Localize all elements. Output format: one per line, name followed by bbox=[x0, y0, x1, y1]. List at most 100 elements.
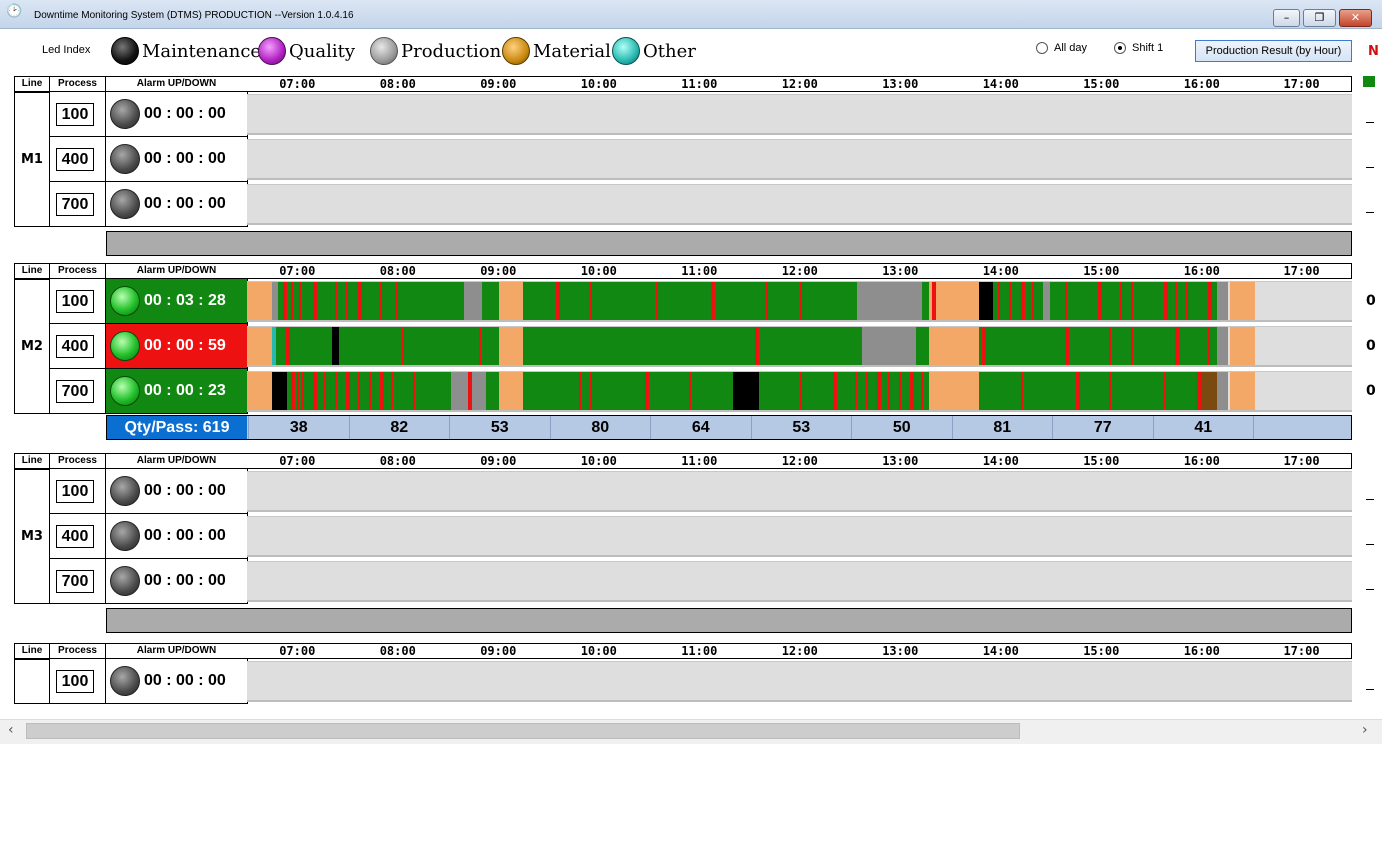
hour-header: 13:00 bbox=[850, 263, 952, 279]
legend-item-material: Material bbox=[502, 36, 611, 66]
stop-marker bbox=[291, 282, 294, 320]
process-number[interactable]: 400 bbox=[56, 148, 94, 171]
process-number[interactable]: 100 bbox=[56, 103, 94, 126]
row-right-value: 0 bbox=[1366, 338, 1376, 354]
radio-circle[interactable] bbox=[1036, 42, 1048, 54]
stop-marker bbox=[379, 372, 384, 410]
downtime-timeline[interactable] bbox=[247, 371, 1352, 412]
horizontal-scrollbar[interactable]: ‹ › bbox=[0, 719, 1382, 744]
restore-button[interactable]: ❐ bbox=[1303, 9, 1336, 27]
alarm-cell[interactable]: 00 : 00 : 00 bbox=[105, 659, 248, 704]
line-section: Line Process Alarm UP/DOWN 07:00 08:00 09:00 1… bbox=[0, 453, 1382, 653]
process-cell: 400 bbox=[49, 137, 106, 182]
timeline-segment bbox=[978, 327, 1218, 365]
legend-label: Production bbox=[401, 40, 502, 62]
alarm-cell[interactable]: 00 : 00 : 23 bbox=[105, 369, 248, 414]
downtime-timeline[interactable] bbox=[247, 281, 1352, 322]
line-name: M1 bbox=[14, 92, 50, 227]
timeline-segment bbox=[1254, 327, 1352, 365]
alarm-cell[interactable]: 00 : 03 : 28 bbox=[105, 279, 248, 324]
minimize-button[interactable]: – bbox=[1273, 9, 1300, 27]
timeline-segment bbox=[1230, 282, 1255, 320]
hour-header: 15:00 bbox=[1051, 76, 1153, 92]
stop-marker bbox=[1020, 282, 1025, 320]
stop-marker bbox=[368, 372, 371, 410]
scrollbar-thumb[interactable] bbox=[26, 723, 1020, 739]
downtime-timeline[interactable] bbox=[247, 471, 1352, 512]
alarm-cell[interactable]: 00 : 00 : 00 bbox=[105, 559, 248, 604]
other-led-icon bbox=[612, 37, 640, 65]
hour-header: 14:00 bbox=[950, 76, 1052, 92]
legend-item-production: Production bbox=[370, 36, 501, 66]
legend-item-quality: Quality bbox=[258, 36, 355, 66]
row-dash-mark bbox=[1366, 167, 1374, 168]
stop-marker bbox=[1208, 327, 1211, 365]
stop-marker bbox=[401, 327, 404, 365]
process-number[interactable]: 700 bbox=[56, 193, 94, 216]
timeline-segment bbox=[463, 282, 483, 320]
header-line: Line bbox=[14, 76, 50, 92]
process-number[interactable]: 100 bbox=[56, 480, 94, 503]
hour-header: 12:00 bbox=[749, 76, 851, 92]
stop-marker bbox=[1119, 282, 1122, 320]
alarm-cell[interactable]: 00 : 00 : 59 bbox=[105, 324, 248, 369]
hour-header: 08:00 bbox=[347, 263, 449, 279]
row-dash-mark bbox=[1366, 689, 1374, 690]
alarm-cell[interactable]: 00 : 00 : 00 bbox=[105, 137, 248, 182]
timeline-segment bbox=[498, 282, 524, 320]
stop-marker bbox=[1097, 282, 1102, 320]
process-number[interactable]: 700 bbox=[56, 380, 94, 403]
downtime-timeline[interactable] bbox=[247, 516, 1352, 557]
scroll-left-icon[interactable]: ‹ bbox=[8, 722, 14, 738]
process-cell: 100 bbox=[49, 659, 106, 704]
stop-marker bbox=[799, 282, 802, 320]
production-result-button[interactable]: Production Result (by Hour) bbox=[1195, 40, 1352, 62]
downtime-timeline[interactable] bbox=[247, 661, 1352, 702]
alarm-cell[interactable]: 00 : 00 : 00 bbox=[105, 92, 248, 137]
hour-header: 07:00 bbox=[247, 263, 349, 279]
hour-header: 07:00 bbox=[247, 76, 349, 92]
hour-header: 11:00 bbox=[649, 643, 751, 659]
downtime-timeline[interactable] bbox=[247, 94, 1352, 135]
hourly-qty bbox=[1253, 416, 1353, 439]
header-line: Line bbox=[14, 263, 50, 279]
alarm-cell[interactable]: 00 : 00 : 00 bbox=[105, 182, 248, 227]
line-name: M3 bbox=[14, 469, 50, 604]
process-number[interactable]: 400 bbox=[56, 525, 94, 548]
stop-marker bbox=[302, 372, 305, 410]
stop-marker bbox=[379, 282, 382, 320]
timeline-segment bbox=[523, 282, 857, 320]
process-number[interactable]: 100 bbox=[56, 290, 94, 313]
all-day-radio[interactable]: All day bbox=[1036, 42, 1087, 54]
hour-header: 14:00 bbox=[950, 453, 1052, 469]
timeline-segment bbox=[272, 372, 287, 410]
downtime-timeline[interactable] bbox=[247, 184, 1352, 225]
stop-marker bbox=[296, 372, 299, 410]
scroll-right-icon[interactable]: › bbox=[1362, 722, 1368, 738]
hour-header: 08:00 bbox=[347, 76, 449, 92]
process-number[interactable]: 700 bbox=[56, 570, 94, 593]
downtime-timeline[interactable] bbox=[247, 139, 1352, 180]
alarm-cell[interactable]: 00 : 00 : 00 bbox=[105, 514, 248, 559]
close-button[interactable]: ✕ bbox=[1339, 9, 1372, 27]
hour-header: 09:00 bbox=[448, 453, 550, 469]
stop-marker bbox=[876, 372, 881, 410]
process-number[interactable]: 400 bbox=[56, 335, 94, 358]
header-alarm: Alarm UP/DOWN bbox=[105, 453, 248, 469]
downtime-timeline[interactable] bbox=[247, 326, 1352, 367]
alarm-cell[interactable]: 00 : 00 : 00 bbox=[105, 469, 248, 514]
shift1-radio[interactable]: Shift 1 bbox=[1114, 42, 1163, 54]
timeline-segment bbox=[277, 282, 464, 320]
clipped-right-label: N bbox=[1368, 44, 1379, 59]
stop-marker bbox=[1131, 327, 1133, 365]
stop-marker bbox=[1175, 327, 1180, 365]
stop-marker bbox=[285, 327, 290, 365]
stop-marker bbox=[291, 372, 296, 410]
stop-marker bbox=[1064, 282, 1067, 320]
stop-marker bbox=[1108, 327, 1111, 365]
process-number[interactable]: 100 bbox=[56, 670, 94, 693]
hour-header: 12:00 bbox=[749, 453, 851, 469]
downtime-timeline[interactable] bbox=[247, 561, 1352, 602]
radio-circle-selected[interactable] bbox=[1114, 42, 1126, 54]
stop-marker bbox=[556, 282, 561, 320]
